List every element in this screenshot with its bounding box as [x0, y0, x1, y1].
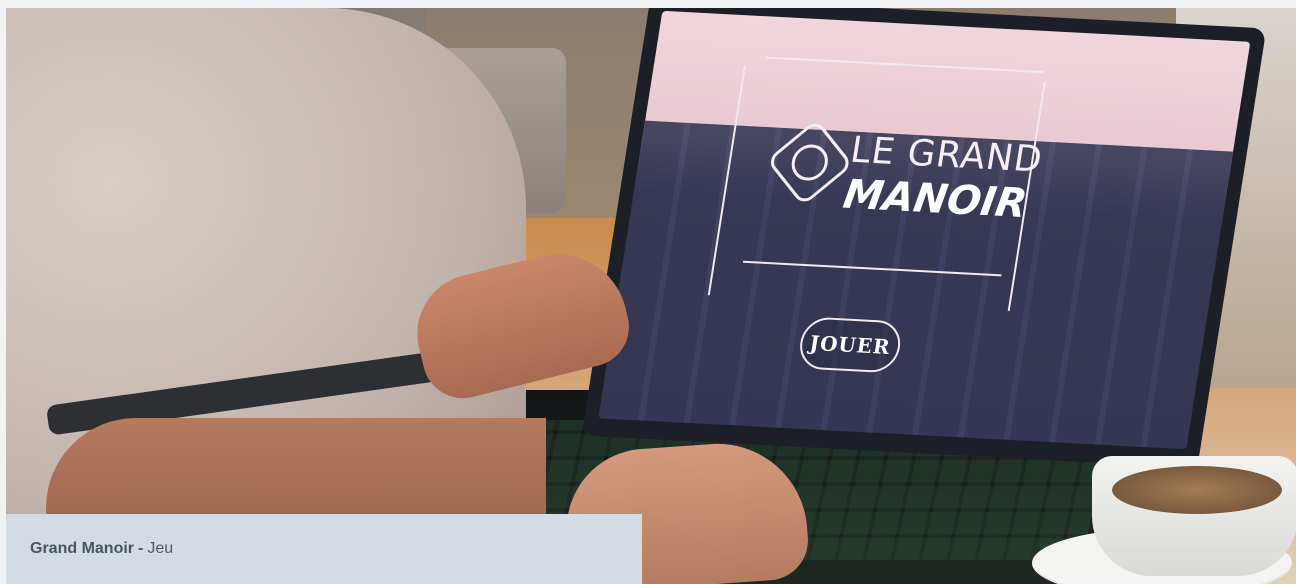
- play-button[interactable]: JOUER: [796, 316, 904, 374]
- laptop-screen: LE GRAND MANOIR JOUER: [581, 8, 1267, 468]
- game-title-line2: MANOIR: [840, 171, 1031, 228]
- hero-image: LE GRAND MANOIR JOUER: [6, 8, 1296, 584]
- game-title-screen: LE GRAND MANOIR JOUER: [598, 10, 1251, 450]
- caption-title: Grand Manoir: [30, 540, 135, 557]
- caption-category: Jeu: [147, 540, 174, 557]
- image-caption: Grand Manoir - Jeu: [6, 514, 642, 584]
- caption-separator: -: [138, 540, 144, 557]
- coffee-liquid: [1112, 466, 1282, 514]
